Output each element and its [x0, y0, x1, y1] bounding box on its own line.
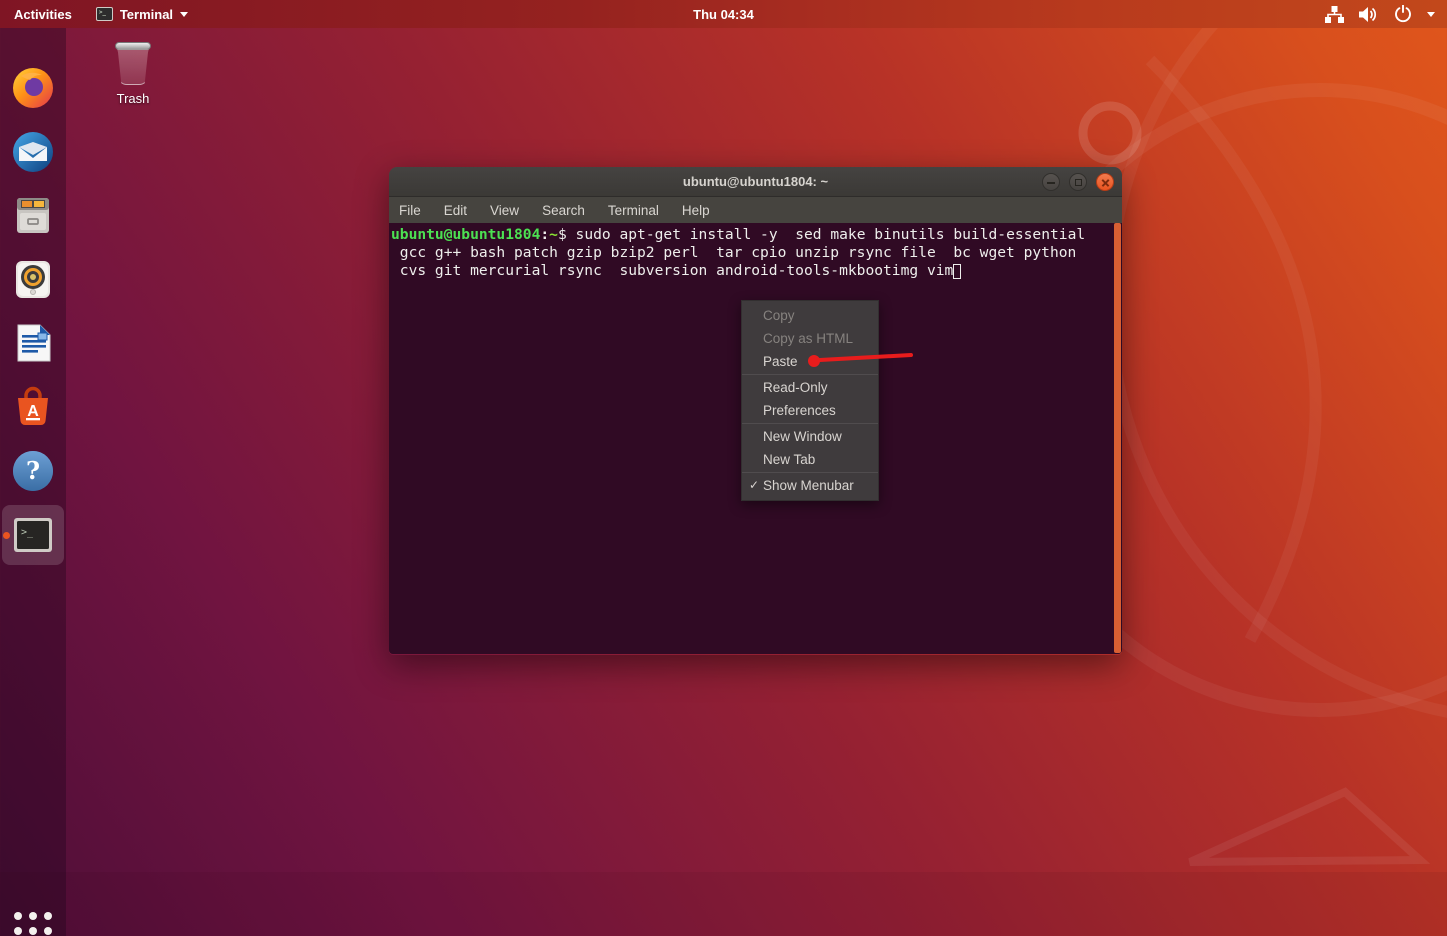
menu-edit[interactable]: Edit — [444, 203, 467, 218]
chevron-down-icon — [1427, 12, 1435, 17]
dock-item-files[interactable] — [9, 191, 57, 239]
dock-item-libreoffice-writer[interactable] — [9, 319, 57, 367]
maximize-button[interactable] — [1069, 173, 1087, 191]
window-menubar: File Edit View Search Terminal Help — [389, 197, 1122, 223]
dock: A ? >_ — [0, 28, 66, 936]
checkmark-icon: ✓ — [749, 474, 759, 497]
menu-separator — [742, 472, 878, 473]
trash-desktop-icon[interactable]: Trash — [103, 40, 163, 106]
system-status-area[interactable] — [1325, 0, 1447, 28]
menu-separator — [742, 423, 878, 424]
menu-terminal[interactable]: Terminal — [608, 203, 659, 218]
menu-item-new-tab[interactable]: New Tab — [742, 448, 878, 471]
terminal-line-2: gcc g++ bash patch gzip bzip2 perl tar c… — [391, 244, 1110, 262]
volume-icon — [1359, 6, 1379, 23]
clock[interactable]: Thu 04:34 — [0, 7, 1447, 22]
close-button[interactable] — [1096, 173, 1114, 191]
menu-item-copy: Copy — [742, 304, 878, 327]
dock-item-thunderbird[interactable] — [9, 128, 57, 176]
dock-item-help[interactable]: ? — [9, 447, 57, 495]
menu-search[interactable]: Search — [542, 203, 585, 218]
menu-item-new-window[interactable]: New Window — [742, 425, 878, 448]
firefox-icon — [11, 66, 55, 110]
files-icon — [11, 193, 55, 237]
terminal-cursor — [953, 264, 961, 279]
dock-item-terminal[interactable]: >_ — [9, 511, 57, 559]
dock-item-firefox[interactable] — [9, 64, 57, 112]
power-icon — [1394, 5, 1412, 23]
minimize-button[interactable] — [1042, 173, 1060, 191]
libreoffice-writer-icon — [11, 321, 55, 365]
rhythmbox-icon — [11, 257, 55, 301]
menu-item-read-only[interactable]: Read-Only — [742, 376, 878, 399]
menu-item-copy-as-html: Copy as HTML — [742, 327, 878, 350]
menu-file[interactable]: File — [399, 203, 421, 218]
terminal-line-3: cvs git mercurial rsync subversion andro… — [391, 262, 1110, 280]
svg-text:A: A — [27, 403, 39, 420]
menu-separator — [742, 374, 878, 375]
terminal-line-1: ubuntu@ubuntu1804:~$ sudo apt-get instal… — [391, 226, 1110, 244]
menu-item-preferences[interactable]: Preferences — [742, 399, 878, 422]
window-titlebar[interactable]: ubuntu@ubuntu1804: ~ — [389, 167, 1122, 197]
scrollbar[interactable] — [1114, 223, 1121, 653]
menu-item-paste[interactable]: Paste — [742, 350, 878, 373]
dock-item-rhythmbox[interactable] — [9, 255, 57, 303]
terminal-icon: >_ — [12, 514, 54, 556]
ubuntu-software-icon: A — [11, 385, 55, 429]
svg-text:>_: >_ — [21, 527, 34, 538]
trash-label: Trash — [103, 91, 163, 106]
terminal-context-menu: Copy Copy as HTML Paste Read-Only Prefer… — [741, 300, 879, 501]
show-applications-button[interactable] — [9, 907, 57, 936]
command-text: sudo apt-get install -y sed make binutil… — [576, 226, 1086, 243]
window-title: ubuntu@ubuntu1804: ~ — [683, 174, 828, 189]
prompt-path: ~ — [549, 226, 558, 243]
dock-item-ubuntu-software[interactable]: A — [9, 383, 57, 431]
help-icon: ? — [11, 449, 55, 493]
top-bar: Activities >_ Terminal Thu 04:34 — [0, 0, 1447, 28]
network-wired-icon — [1325, 6, 1344, 23]
menu-view[interactable]: View — [490, 203, 519, 218]
menu-help[interactable]: Help — [682, 203, 710, 218]
menu-item-show-menubar[interactable]: ✓Show Menubar — [742, 474, 878, 497]
prompt-user-host: ubuntu@ubuntu1804 — [391, 226, 540, 243]
svg-text:?: ? — [26, 456, 40, 485]
thunderbird-icon — [11, 130, 55, 174]
trash-icon — [113, 40, 153, 88]
